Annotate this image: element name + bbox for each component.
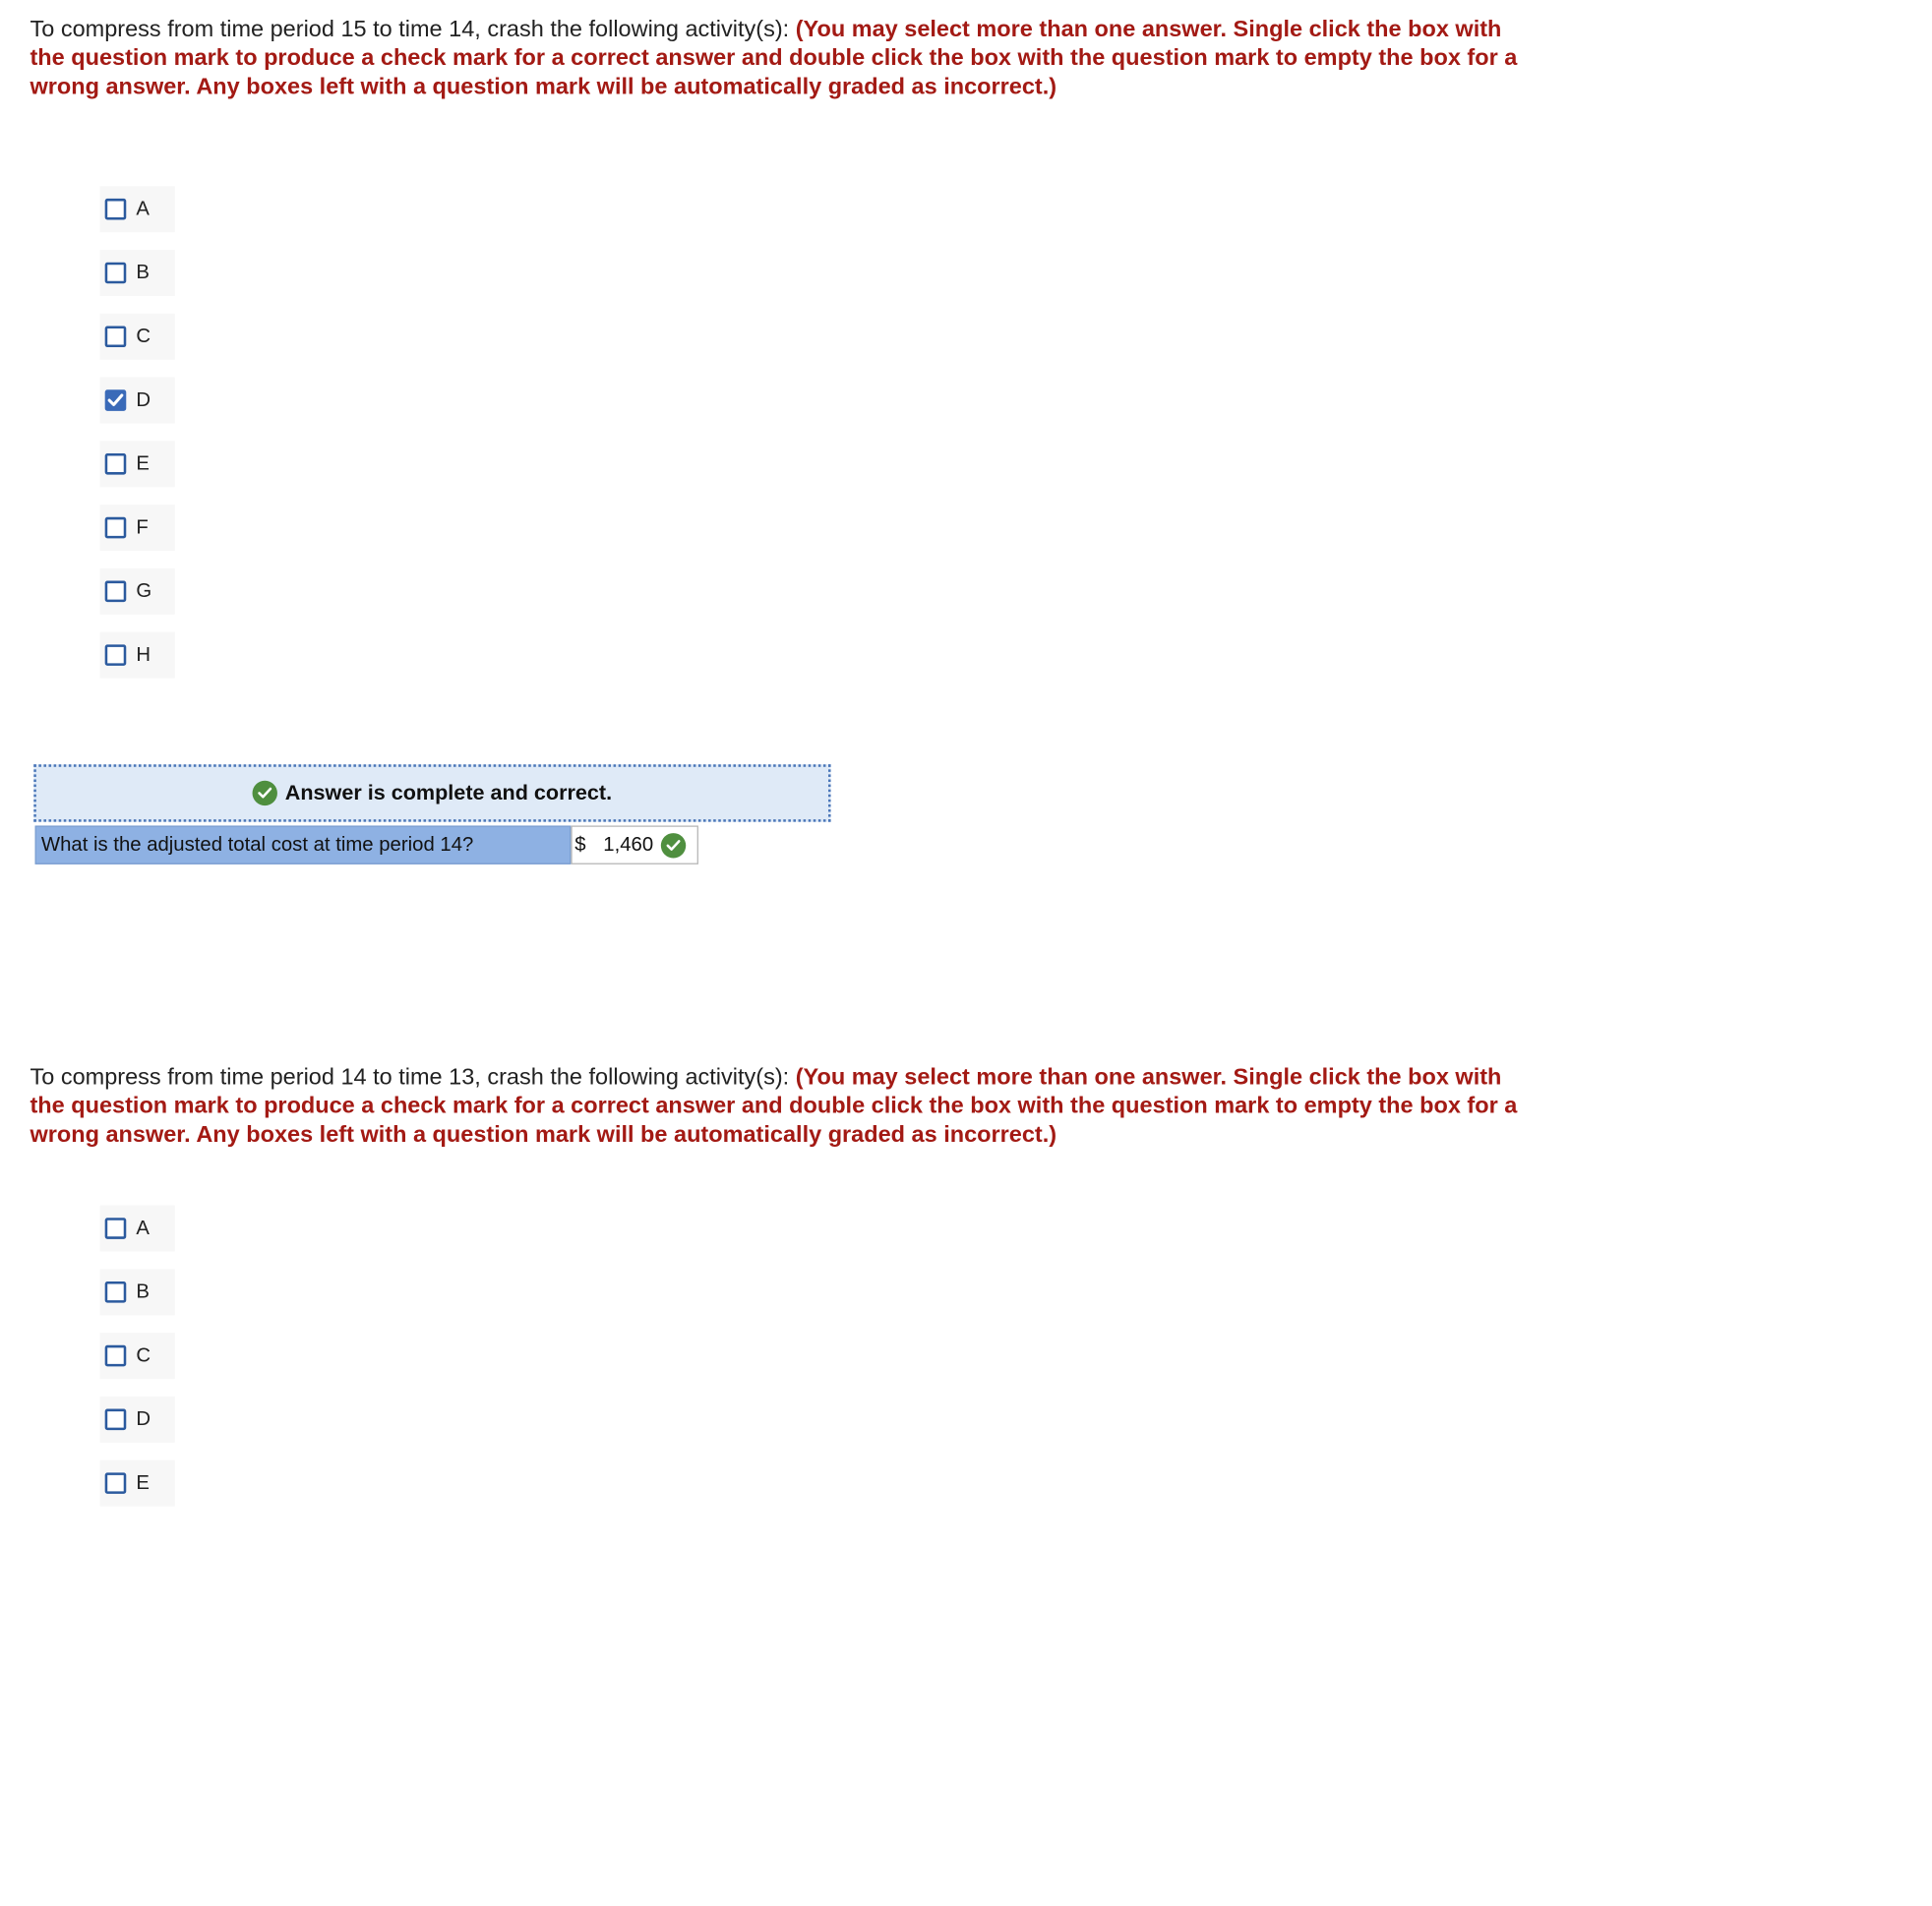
checkbox-checked-icon[interactable] xyxy=(104,389,127,411)
checkbox-icon[interactable] xyxy=(104,198,127,220)
checkbox-icon[interactable] xyxy=(104,1344,127,1367)
choice-a[interactable]: A xyxy=(99,1205,175,1252)
answer-value-field[interactable]: $ 1,460 xyxy=(571,825,698,864)
choice-d[interactable]: D xyxy=(99,1396,175,1443)
answer-value: 1,460 xyxy=(603,833,654,856)
question-1-prompt: To compress from time period 15 to time … xyxy=(30,14,1541,100)
choice-h[interactable]: H xyxy=(99,631,175,679)
question-1-choices: A B C D E F G H xyxy=(99,186,350,695)
result-banner: Answer is complete and correct. xyxy=(33,764,831,822)
checkbox-icon[interactable] xyxy=(104,1408,127,1431)
question-2-lead: To compress from time period 14 to time … xyxy=(30,1062,796,1090)
choice-label: E xyxy=(136,452,150,474)
choice-label: H xyxy=(136,643,151,666)
check-circle-icon xyxy=(252,780,278,806)
choice-label: F xyxy=(136,516,149,538)
checkbox-icon[interactable] xyxy=(104,453,127,475)
question-2-prompt: To compress from time period 14 to time … xyxy=(30,1062,1541,1149)
checkbox-icon[interactable] xyxy=(104,262,127,284)
answer-question-label: What is the adjusted total cost at time … xyxy=(34,825,572,864)
checkbox-icon[interactable] xyxy=(104,580,127,603)
checkbox-icon[interactable] xyxy=(104,326,127,348)
correct-check-icon xyxy=(660,832,687,858)
page: To compress from time period 15 to time … xyxy=(0,0,1932,1906)
answer-row: What is the adjusted total cost at time … xyxy=(34,825,698,864)
choice-label: C xyxy=(136,1344,151,1366)
choice-label: B xyxy=(136,1281,150,1302)
choice-g[interactable]: G xyxy=(99,567,175,615)
choice-label: A xyxy=(136,1217,150,1239)
result-banner-text: Answer is complete and correct. xyxy=(284,780,613,804)
choice-e[interactable]: E xyxy=(99,1459,175,1507)
choice-e[interactable]: E xyxy=(99,441,175,488)
choice-b[interactable]: B xyxy=(99,250,175,296)
choice-c[interactable]: C xyxy=(99,1333,175,1380)
choice-label: E xyxy=(136,1471,150,1494)
checkbox-icon[interactable] xyxy=(104,1218,127,1239)
choice-label: C xyxy=(136,325,151,347)
choice-label: D xyxy=(136,388,151,411)
choice-b[interactable]: B xyxy=(99,1269,175,1316)
choice-a[interactable]: A xyxy=(99,186,175,233)
checkbox-icon[interactable] xyxy=(104,1281,127,1303)
choice-f[interactable]: F xyxy=(99,505,175,552)
choice-c[interactable]: C xyxy=(99,313,175,360)
question-1-lead: To compress from time period 15 to time … xyxy=(30,15,796,41)
choice-label: A xyxy=(136,198,150,219)
currency-symbol: $ xyxy=(574,833,586,856)
checkbox-icon[interactable] xyxy=(104,1472,127,1494)
choice-label: B xyxy=(136,262,150,283)
choice-label: G xyxy=(136,579,152,602)
question-2-choices: A B C D E xyxy=(99,1205,350,1524)
choice-label: D xyxy=(136,1407,151,1430)
choice-d[interactable]: D xyxy=(99,377,175,424)
checkbox-icon[interactable] xyxy=(104,644,127,666)
checkbox-icon[interactable] xyxy=(104,516,127,539)
